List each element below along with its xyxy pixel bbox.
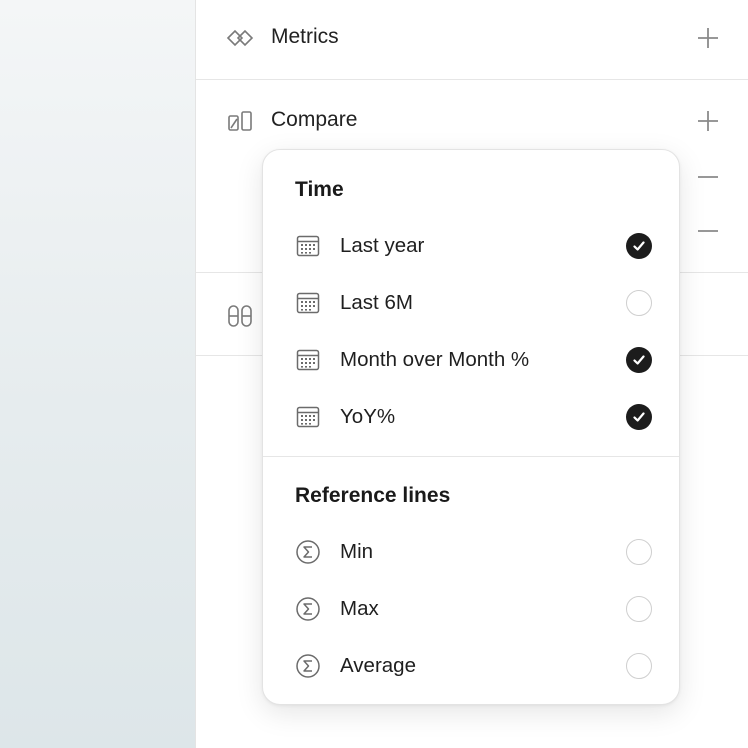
add-metric-button[interactable] (696, 26, 720, 50)
menu-item-label: YoY% (340, 405, 396, 428)
add-compare-button[interactable] (696, 109, 720, 133)
calendar-icon (295, 233, 321, 259)
section-divider (196, 79, 748, 80)
menu-item[interactable]: Average (263, 642, 681, 690)
menu-item[interactable]: Month over Month % (263, 336, 681, 384)
checked-indicator[interactable] (626, 233, 652, 259)
popover-divider (263, 456, 679, 457)
calendar-icon (295, 347, 321, 373)
unchecked-indicator[interactable] (626, 539, 652, 565)
time-group-title: Time (295, 178, 344, 201)
unchecked-indicator[interactable] (626, 596, 652, 622)
calendar-icon (295, 404, 321, 430)
menu-item-label: Last year (340, 234, 425, 257)
sigma-icon (295, 653, 321, 679)
checked-indicator[interactable] (626, 404, 652, 430)
checked-indicator[interactable] (626, 347, 652, 373)
diamond-link-icon (226, 26, 254, 50)
unchecked-indicator[interactable] (626, 290, 652, 316)
menu-item-label: Month over Month % (340, 348, 530, 371)
sigma-icon (295, 596, 321, 622)
sigma-icon (295, 539, 321, 565)
menu-item-label: Max (340, 597, 379, 620)
compare-icon (226, 109, 254, 133)
compare-options-popover: Time Last year Last 6M Month over Month % Y… (262, 149, 680, 705)
menu-item[interactable]: Min (263, 528, 681, 576)
compare-label: Compare (271, 108, 358, 131)
menu-item[interactable]: Last year (263, 222, 681, 270)
background-pane (0, 0, 196, 748)
compare-section-header[interactable]: Compare (196, 97, 748, 145)
remove-compare-button[interactable] (696, 219, 720, 243)
menu-item[interactable]: Max (263, 585, 681, 633)
menu-item-label: Min (340, 540, 374, 563)
menu-item-label: Last 6M (340, 291, 413, 314)
menu-item-label: Average (340, 654, 416, 677)
metrics-section-header[interactable]: Metrics (196, 14, 748, 62)
remove-compare-button[interactable] (696, 165, 720, 189)
unchecked-indicator[interactable] (626, 653, 652, 679)
menu-item[interactable]: YoY% (263, 393, 681, 441)
pill-pair-icon (226, 304, 254, 328)
metrics-label: Metrics (271, 25, 339, 48)
reference-lines-group-title: Reference lines (295, 484, 451, 507)
calendar-icon (295, 290, 321, 316)
menu-item[interactable]: Last 6M (263, 279, 681, 327)
